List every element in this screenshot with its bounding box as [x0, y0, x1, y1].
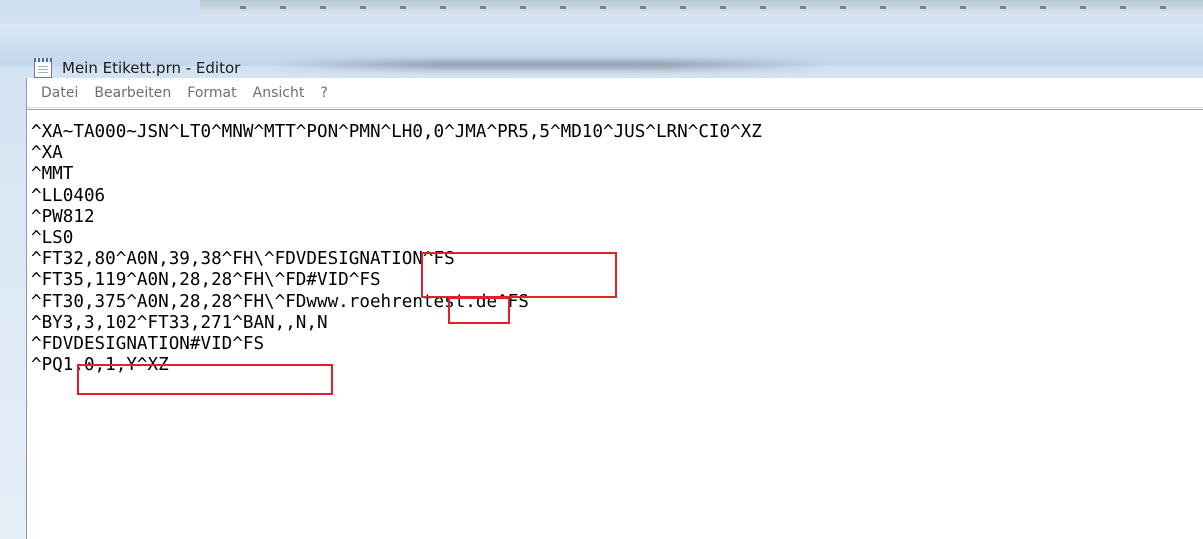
strip-tick: [520, 6, 526, 9]
strip-tick: [400, 6, 406, 9]
text-line: ^BY3,3,102^FT33,271^BAN,,N,N: [31, 312, 328, 333]
title-bar-glow: [270, 60, 830, 70]
strip-tick: [320, 6, 326, 9]
text-line: ^FT35,119^A0N,28,28^FH\^FD#VID^FS: [31, 270, 381, 291]
strip-tick: [480, 6, 486, 9]
text-line: ^FT32,80^A0N,39,38^FH\^FDVDESIGNATION^FS: [31, 249, 455, 270]
text-line: ^LS0: [31, 227, 74, 248]
strip-tick: [880, 6, 886, 9]
menu-item-datei[interactable]: Datei: [41, 85, 78, 101]
strip-tick: [920, 6, 926, 9]
menu-item-format[interactable]: Format: [187, 85, 236, 101]
strip-tick: [840, 6, 846, 9]
menu-item-help[interactable]: ?: [320, 85, 327, 101]
menu-item-ansicht[interactable]: Ansicht: [253, 85, 305, 101]
strip-tick: [360, 6, 366, 9]
notepad-icon: [34, 58, 52, 78]
document-text[interactable]: ^XA~TA000~JSN^LT0^MNW^MTT^PON^PMN^LH0,0^…: [31, 122, 762, 376]
strip-tick: [1120, 6, 1126, 9]
title-bar[interactable]: Mein Etikett.prn - Editor: [0, 24, 1203, 78]
text-line: ^PQ1,0,1,Y^XZ: [31, 355, 169, 376]
text-line: ^PW812: [31, 206, 95, 227]
menu-bar: Datei Bearbeiten Format Ansicht ?: [27, 78, 1203, 108]
strip-tick: [1040, 6, 1046, 9]
text-editor[interactable]: ^XA~TA000~JSN^LT0^MNW^MTT^PON^PMN^LH0,0^…: [27, 109, 1203, 539]
text-line: ^FT30,375^A0N,28,28^FH\^FDwww.roehrentes…: [31, 291, 529, 312]
text-line: ^FDVDESIGNATION#VID^FS: [31, 333, 265, 354]
strip-tick: [800, 6, 806, 9]
menu-item-bearbeiten[interactable]: Bearbeiten: [94, 85, 171, 101]
background-window-strip: [200, 0, 1203, 16]
text-line: ^MMT: [31, 164, 74, 185]
strip-tick: [760, 6, 766, 9]
window-title: Mein Etikett.prn - Editor: [62, 59, 241, 77]
strip-tick: [240, 6, 246, 9]
text-line: ^LL0406: [31, 185, 106, 206]
text-line: ^XA: [31, 143, 63, 164]
strip-tick: [440, 6, 446, 9]
strip-tick: [1080, 6, 1086, 9]
strip-tick: [960, 6, 966, 9]
strip-tick: [680, 6, 686, 9]
strip-tick: [640, 6, 646, 9]
strip-tick: [560, 6, 566, 9]
text-line: ^XA~TA000~JSN^LT0^MNW^MTT^PON^PMN^LH0,0^…: [31, 122, 762, 142]
strip-tick: [280, 6, 286, 9]
strip-tick: [1000, 6, 1006, 9]
strip-tick: [720, 6, 726, 9]
editor-client-area: Datei Bearbeiten Format Ansicht ? ^XA~TA…: [26, 78, 1203, 539]
strip-tick: [1160, 6, 1166, 9]
strip-tick: [600, 6, 606, 9]
window-frame: Mein Etikett.prn - Editor Datei Bearbeit…: [0, 0, 1203, 539]
